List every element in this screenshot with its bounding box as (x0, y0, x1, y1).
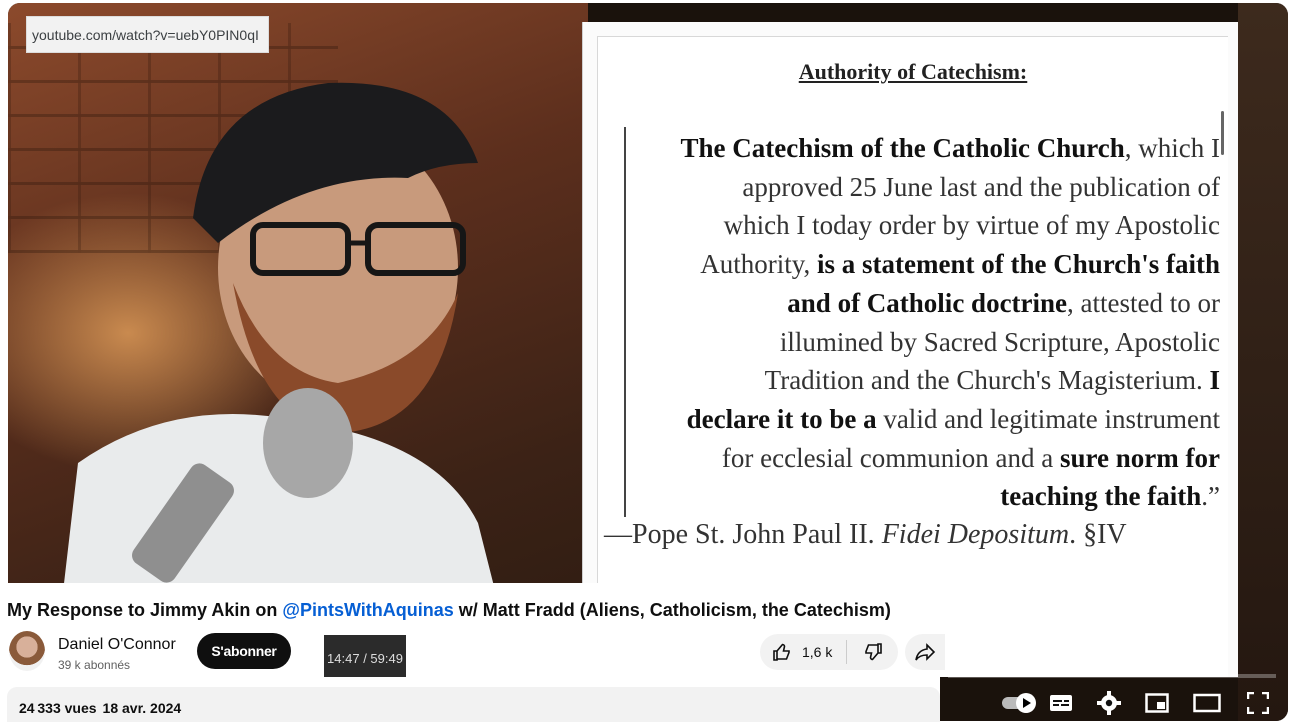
slide-quote-line: The Catechism of the Catholic Church, wh… (624, 129, 1220, 168)
slide-quote-run: and of Catholic doctrine (787, 287, 1068, 318)
subscriber-count: 39 k abonnés (58, 658, 131, 672)
like-dislike-group: 1,6 k (760, 634, 898, 670)
slide-quote: The Catechism of the Catholic Church, wh… (624, 129, 1220, 516)
like-icon (773, 643, 790, 661)
video-meta[interactable]: 24 333 vues 18 avr. 2024 (7, 687, 940, 722)
slide-quote-line: Authority, is a statement of the Church'… (624, 245, 1220, 284)
subscribe-button[interactable]: S'abonner (197, 633, 291, 669)
slide-quote-line: teaching the faith.” (624, 477, 1220, 516)
video-info-panel: My Response to Jimmy Akin on @PintsWithA… (0, 583, 945, 722)
url-tooltip: youtube.com/watch?v=uebY0PIN0qI (26, 16, 269, 53)
slide-quote-run: illumined by Sacred Scripture, Apostolic (779, 326, 1220, 357)
upload-date: 18 avr. 2024 (102, 700, 182, 716)
slide-scrollbar (1221, 111, 1224, 155)
slide-quote-run: sure norm for (1060, 442, 1220, 473)
slide-quote-run: .” (1201, 481, 1220, 512)
slide-quote-run: Authority, (700, 249, 818, 280)
dislike-button[interactable] (847, 634, 898, 670)
slide-quote-line: declare it to be a valid and legitimate … (624, 400, 1220, 439)
channel-mention-link[interactable]: @PintsWithAquinas (282, 600, 453, 620)
slide-heading: Authority of Catechism: (798, 59, 1028, 84)
video-title: My Response to Jimmy Akin on @PintsWithA… (7, 600, 891, 620)
slide-quote-line: for ecclesial communion and a sure norm … (624, 439, 1220, 478)
slide-attribution: —Pope St. John Paul II. Fidei Depositum.… (604, 519, 1127, 550)
autoplay-toggle-icon[interactable] (999, 691, 1036, 715)
view-count: 24 333 vues (19, 700, 97, 716)
slide-quote-run: for ecclesial communion and a (721, 442, 1061, 473)
slide-quote-run: which I today order by virtue of my Apos… (723, 210, 1220, 241)
progress-bar[interactable] (948, 674, 1276, 678)
slide-quote-run: The Catechism of the Catholic Church (680, 133, 1125, 163)
theater-icon[interactable] (1192, 691, 1222, 715)
time-display: 14:47 / 59:49 (324, 635, 406, 677)
fullscreen-icon[interactable] (1244, 691, 1272, 715)
like-count: 1,6 k (802, 644, 833, 660)
slide-quote-run: , attested to or (1067, 287, 1220, 318)
catechism-slide: Authority of Catechism: The Catechism of… (582, 22, 1238, 677)
settings-icon[interactable] (1096, 691, 1122, 715)
slide-quote-run: , which I (1124, 133, 1220, 163)
avatar[interactable] (9, 631, 45, 671)
slide-quote-line: Tradition and the Church's Magisterium. … (624, 361, 1220, 400)
slide-quote-run: I (1209, 365, 1220, 396)
channel-name[interactable]: Daniel O'Connor (58, 636, 176, 654)
slide-quote-run: Tradition and the Church's Magisterium. (764, 365, 1210, 396)
share-icon (915, 643, 936, 661)
slide-quote-run: valid and legitimate instrument (876, 403, 1220, 434)
slide-quote-line: and of Catholic doctrine, attested to or (624, 284, 1220, 323)
slide-quote-run: is a statement of the Church's faith (817, 249, 1220, 280)
subtitles-icon[interactable] (1048, 691, 1074, 715)
slide-quote-run: teaching the faith (1000, 481, 1202, 512)
slide-quote-line: approved 25 June last and the publicatio… (624, 168, 1220, 207)
like-button[interactable]: 1,6 k (760, 634, 846, 670)
miniplayer-icon[interactable] (1144, 691, 1170, 715)
slide-quote-run: approved 25 June last and the publicatio… (742, 171, 1220, 202)
share-button[interactable] (905, 634, 945, 670)
slide-quote-line: illumined by Sacred Scripture, Apostolic (624, 323, 1220, 362)
slide-quote-run: declare it to be a (686, 403, 877, 434)
dislike-icon (864, 643, 882, 661)
slide-quote-line: which I today order by virtue of my Apos… (624, 206, 1220, 245)
